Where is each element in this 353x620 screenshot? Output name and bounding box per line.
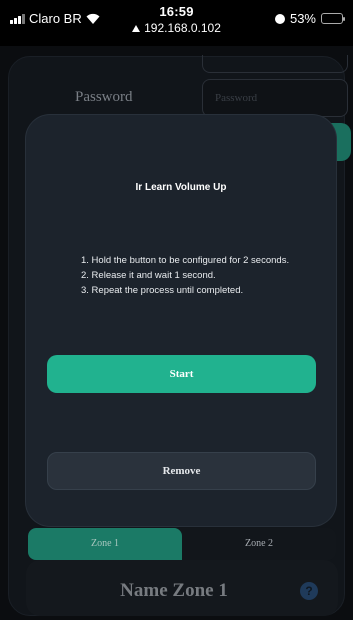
modal-title: Ir Learn Volume Up [135, 182, 227, 193]
address-text: 192.168.0.102 [144, 21, 221, 35]
battery-icon [321, 13, 345, 24]
previous-input-field[interactable] [202, 55, 348, 73]
instructions-list: 1. Hold the button to be configured for … [81, 253, 289, 298]
alarm-icon [274, 13, 285, 24]
tab-zone-2[interactable]: Zone 2 [182, 528, 336, 560]
zone-tabs: Zone 1 Zone 2 [28, 528, 336, 560]
zone-card: Name Zone 1 ? [26, 560, 338, 616]
ir-learn-modal: Ir Learn Volume Up 1. Hold the button to… [26, 115, 336, 526]
help-icon[interactable]: ? [300, 582, 318, 600]
status-bar: Claro BR 16:59 192.168.0.102 53% [0, 0, 353, 46]
instruction-step: 1. Hold the button to be configured for … [81, 255, 290, 266]
instruction-step: 3. Repeat the process until completed. [81, 285, 244, 296]
tab-zone-1[interactable]: Zone 1 [28, 528, 182, 560]
instruction-step: 2. Release it and wait 1 second. [81, 270, 216, 281]
remove-button[interactable]: Remove [47, 452, 316, 490]
start-button[interactable]: Start [47, 355, 316, 393]
password-label: Password [75, 89, 133, 105]
password-placeholder: Password [215, 92, 258, 104]
zone-name: Name Zone 1 [120, 580, 228, 601]
location-arrow-icon [132, 24, 141, 32]
battery-percent: 53% [289, 11, 316, 26]
status-right: 53% [274, 11, 345, 26]
password-input[interactable]: Password [202, 79, 348, 117]
